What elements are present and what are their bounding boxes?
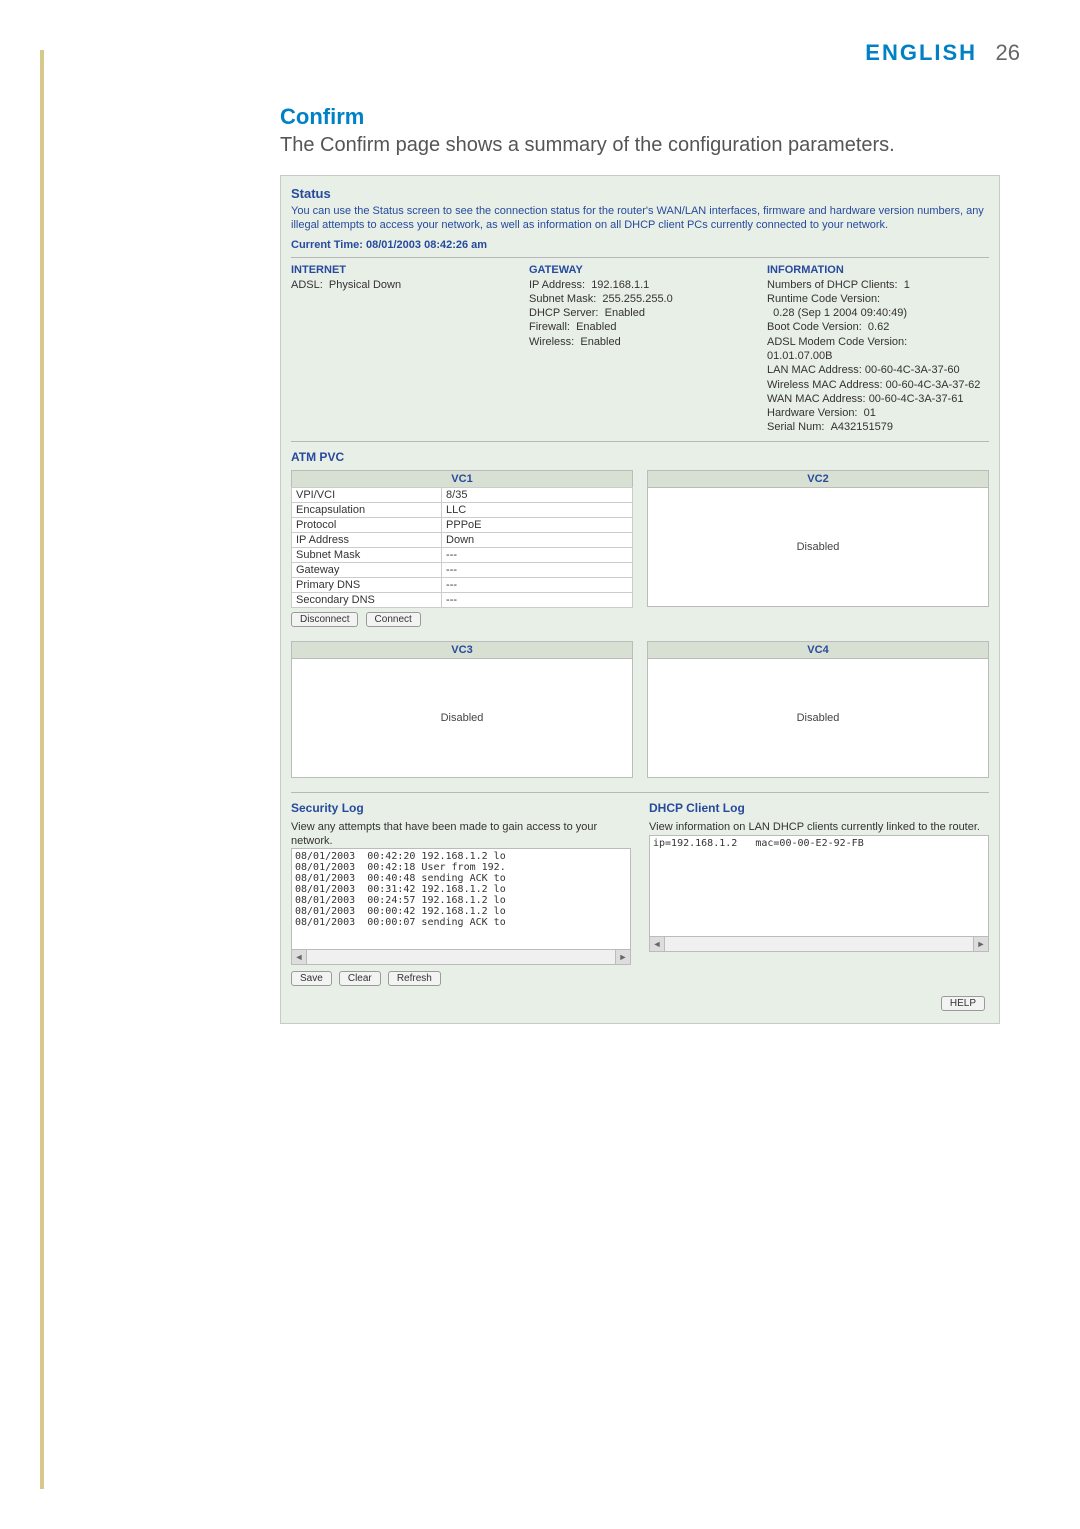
- info-hw: Hardware Version: 01: [767, 406, 989, 420]
- vc3-head: VC3: [291, 641, 633, 658]
- internet-column: INTERNET ADSL: Physical Down: [291, 264, 513, 435]
- current-time: Current Time: 08/01/2003 08:42:26 am: [291, 239, 989, 251]
- gateway-dhcp: DHCP Server: Enabled: [529, 306, 751, 320]
- vc4-body: Disabled: [647, 658, 989, 778]
- gateway-wireless: Wireless: Enabled: [529, 335, 751, 349]
- dhcp-log-desc: View information on LAN DHCP clients cur…: [649, 821, 989, 835]
- status-description: You can use the Status screen to see the…: [291, 205, 989, 233]
- security-log-box[interactable]: 08/01/2003 00:42:20 192.168.1.2 lo 08/01…: [291, 848, 631, 950]
- info-serial: Serial Num: A432151579: [767, 420, 989, 434]
- information-heading: INFORMATION: [767, 264, 989, 276]
- security-log-desc: View any attempts that have been made to…: [291, 821, 631, 849]
- header-language: ENGLISH: [865, 40, 977, 65]
- gateway-mask: Subnet Mask: 255.255.255.0: [529, 292, 751, 306]
- info-wan-mac: WAN MAC Address: 00-60-4C-3A-37-61: [767, 392, 989, 406]
- refresh-button[interactable]: Refresh: [388, 971, 441, 986]
- vc2-head: VC2: [647, 470, 989, 487]
- info-adsl-modem-val: 01.01.07.00B: [767, 349, 989, 363]
- security-log-heading: Security Log: [291, 801, 631, 815]
- scroll-left-icon[interactable]: ◄: [650, 937, 665, 951]
- gateway-heading: GATEWAY: [529, 264, 751, 276]
- disconnect-button[interactable]: Disconnect: [291, 612, 358, 627]
- info-lan-mac: LAN MAC Address: 00-60-4C-3A-37-60: [767, 363, 989, 377]
- information-column: INFORMATION Numbers of DHCP Clients: 1 R…: [767, 264, 989, 435]
- vc1-head: VC1: [291, 470, 633, 487]
- vc2-body: Disabled: [647, 487, 989, 607]
- dhcp-log-heading: DHCP Client Log: [649, 801, 989, 815]
- status-heading: Status: [291, 186, 989, 201]
- page-number: 26: [996, 40, 1020, 65]
- vc3-card: VC3 Disabled: [291, 641, 633, 778]
- vc2-card: VC2 Disabled: [647, 470, 989, 627]
- section-lead: The Confirm page shows a summary of the …: [280, 134, 1000, 157]
- atm-pvc-heading: ATM PVC: [291, 450, 989, 464]
- vc1-card: VC1 VPI/VCI8/35 EncapsulationLLC Protoco…: [291, 470, 633, 627]
- gateway-firewall: Firewall: Enabled: [529, 320, 751, 334]
- internet-heading: INTERNET: [291, 264, 513, 276]
- info-wlan-mac: Wireless MAC Address: 00-60-4C-3A-37-62: [767, 378, 989, 392]
- vc4-head: VC4: [647, 641, 989, 658]
- info-adsl-modem: ADSL Modem Code Version:: [767, 335, 989, 349]
- dhcp-log-scrollbar[interactable]: ◄ ►: [649, 937, 989, 952]
- connect-button[interactable]: Connect: [366, 612, 421, 627]
- internet-adsl: ADSL: Physical Down: [291, 278, 513, 292]
- gateway-ip: IP Address: 192.168.1.1: [529, 278, 751, 292]
- security-log-scrollbar[interactable]: ◄ ►: [291, 950, 631, 965]
- vc3-body: Disabled: [291, 658, 633, 778]
- clear-button[interactable]: Clear: [339, 971, 381, 986]
- status-panel: Status You can use the Status screen to …: [280, 175, 1000, 1024]
- vc4-card: VC4 Disabled: [647, 641, 989, 778]
- info-runtime: Runtime Code Version:: [767, 292, 989, 306]
- scroll-right-icon[interactable]: ►: [973, 937, 988, 951]
- info-runtime-val: 0.28 (Sep 1 2004 09:40:49): [767, 306, 989, 320]
- help-button[interactable]: HELP: [941, 996, 985, 1011]
- section-title: Confirm: [280, 104, 1000, 130]
- dhcp-log-box[interactable]: ip=192.168.1.2 mac=00-00-E2-92-FB: [649, 835, 989, 937]
- save-button[interactable]: Save: [291, 971, 332, 986]
- scroll-left-icon[interactable]: ◄: [292, 950, 307, 964]
- vc1-table: VPI/VCI8/35 EncapsulationLLC ProtocolPPP…: [291, 487, 633, 608]
- gateway-column: GATEWAY IP Address: 192.168.1.1 Subnet M…: [529, 264, 751, 435]
- info-dhcp-clients: Numbers of DHCP Clients: 1: [767, 278, 989, 292]
- scroll-right-icon[interactable]: ►: [615, 950, 630, 964]
- info-boot: Boot Code Version: 0.62: [767, 320, 989, 334]
